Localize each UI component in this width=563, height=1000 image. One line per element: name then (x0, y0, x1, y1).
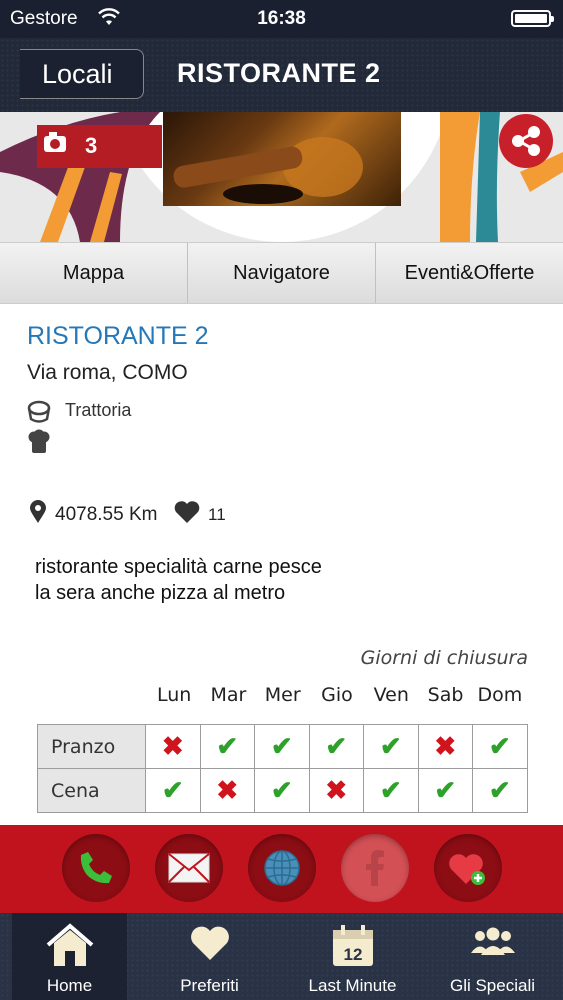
tab-mappa[interactable]: Mappa (0, 243, 188, 303)
clock: 16:38 (257, 8, 306, 29)
page-title: RISTORANTE 2 (177, 58, 381, 88)
distance-value: 4078.55 Km (55, 504, 158, 525)
schedule-cell: ✖ (417, 724, 473, 769)
favorite-add-icon (449, 854, 485, 885)
facebook-icon (366, 850, 384, 886)
schedule-cell: ✔ (254, 724, 310, 769)
closed-cross-icon: ✖ (434, 731, 457, 761)
schedule-row: Pranzo ✖ ✔ ✔ ✔ ✔ ✖ ✔ (37, 724, 528, 769)
opening-schedule-table: Pranzo ✖ ✔ ✔ ✔ ✔ ✖ ✔ Cena ✔ ✖ ✔ ✖ ✔ ✔ ✔ (37, 724, 528, 813)
schedule-cell: ✔ (145, 768, 201, 813)
restaurant-details: RISTORANTE 2 Via roma, COMO Trattoria 40… (0, 304, 563, 825)
restaurant-category: Trattoria (65, 400, 132, 420)
heart-icon (188, 923, 232, 968)
mail-icon (168, 853, 210, 883)
share-button[interactable] (499, 114, 553, 168)
weekday-label: Mar (210, 684, 247, 706)
tabbar-item-last-minute[interactable]: 12 Last Minute (295, 913, 410, 1000)
phone-icon (80, 852, 112, 884)
tabbar-label: Last Minute (308, 976, 397, 995)
home-icon (44, 923, 96, 974)
schedule-row: Cena ✔ ✖ ✔ ✖ ✔ ✔ ✔ (37, 768, 528, 813)
schedule-cell: ✖ (145, 724, 201, 769)
open-check-icon: ✔ (488, 731, 511, 761)
restaurant-name: RISTORANTE 2 (27, 322, 209, 350)
group-icon (468, 923, 518, 968)
call-button[interactable] (62, 834, 130, 902)
schedule-cell: ✔ (472, 724, 528, 769)
weekday-label: Sab (427, 684, 464, 706)
battery-icon (511, 10, 554, 27)
tabbar-label: Preferiti (180, 976, 239, 995)
weekday-label: Gio (321, 684, 353, 706)
share-icon (512, 126, 540, 156)
schedule-cell: ✔ (254, 768, 310, 813)
camera-icon (44, 132, 66, 152)
schedule-cell: ✔ (199, 724, 255, 769)
food-category-icon (27, 399, 53, 430)
tab-navigatore[interactable]: Navigatore (188, 243, 376, 303)
description-line: la sera anche pizza al metro (35, 582, 286, 604)
schedule-row-label: Cena (37, 768, 146, 813)
open-check-icon: ✔ (379, 775, 402, 805)
restaurant-address: Via roma, COMO (27, 361, 188, 384)
tabbar-item-home[interactable]: Home (12, 913, 127, 1000)
closed-cross-icon: ✖ (216, 775, 239, 805)
navigation-bar: Locali RISTORANTE 2 (0, 38, 563, 112)
back-button[interactable]: Locali (20, 49, 144, 99)
open-check-icon: ✔ (488, 775, 511, 805)
open-check-icon: ✔ (379, 731, 402, 761)
photo-count-badge[interactable]: 3 (37, 125, 162, 168)
bottom-tab-bar: Home Preferiti 12 Last Minute Gli Specia… (0, 913, 563, 1000)
closed-cross-icon: ✖ (161, 731, 184, 761)
closed-cross-icon: ✖ (325, 775, 348, 805)
weekday-label: Mer (264, 684, 301, 706)
likes-heart-icon[interactable] (173, 500, 201, 529)
likes-count: 11 (208, 505, 226, 524)
detail-tabs: Mappa Navigatore Eventi&Offerte (0, 242, 563, 304)
schedule-cell: ✔ (417, 768, 473, 813)
restaurant-photo[interactable] (163, 112, 401, 206)
website-button[interactable] (248, 834, 316, 902)
hero-banner: 3 (0, 112, 563, 242)
restaurant-description: ristorante specialità carne pesce la ser… (35, 554, 322, 606)
tabbar-item-gli-speciali[interactable]: Gli Speciali (435, 913, 550, 1000)
schedule-row-label: Pranzo (37, 724, 146, 769)
photo-count: 3 (85, 133, 98, 158)
globe-icon (264, 850, 300, 886)
closing-days-title: Giorni di chiusura (360, 647, 528, 669)
schedule-cell: ✖ (308, 768, 364, 813)
tabbar-label: Home (46, 976, 93, 995)
location-pin-icon (29, 500, 47, 529)
chef-hat-icon (27, 429, 51, 460)
weekday-header: Lun Mar Mer Gio Ven Sab Dom (147, 684, 527, 706)
schedule-cell: ✔ (363, 768, 419, 813)
open-check-icon: ✔ (161, 775, 184, 805)
tabbar-label: Gli Speciali (449, 976, 536, 995)
schedule-cell: ✔ (472, 768, 528, 813)
back-button-label: Locali (42, 59, 113, 89)
add-favorite-button[interactable] (434, 834, 502, 902)
calendar-icon: 12 (330, 923, 376, 974)
description-line: ristorante specialità carne pesce (35, 556, 322, 578)
tab-eventi-offerte[interactable]: Eventi&Offerte (376, 243, 563, 303)
open-check-icon: ✔ (216, 731, 239, 761)
weekday-label: Ven (373, 684, 409, 706)
calendar-badge: 12 (343, 945, 362, 964)
status-bar: Gestore 16:38 (0, 0, 563, 38)
schedule-cell: ✖ (199, 768, 255, 813)
action-bar (0, 825, 563, 913)
facebook-button (341, 834, 409, 902)
weekday-label: Dom (477, 684, 523, 706)
schedule-cell: ✔ (363, 724, 419, 769)
email-button[interactable] (155, 834, 223, 902)
open-check-icon: ✔ (325, 731, 348, 761)
schedule-cell: ✔ (308, 724, 364, 769)
open-check-icon: ✔ (270, 775, 293, 805)
open-check-icon: ✔ (270, 731, 293, 761)
open-check-icon: ✔ (434, 775, 457, 805)
tabbar-item-preferiti[interactable]: Preferiti (152, 913, 267, 1000)
weekday-label: Lun (156, 684, 192, 706)
